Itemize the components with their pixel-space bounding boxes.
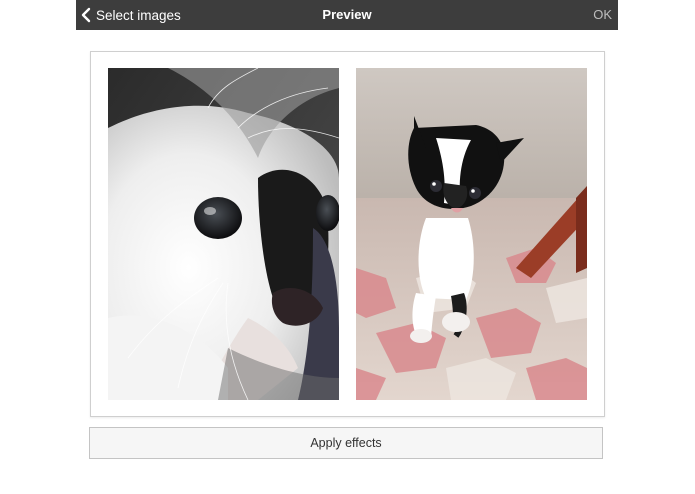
chevron-left-icon <box>80 7 92 23</box>
app-window: Select images Preview OK Apply effects <box>76 0 618 494</box>
back-button[interactable]: Select images <box>80 0 181 30</box>
preview-image-2 <box>356 68 587 400</box>
preview-card <box>90 51 605 417</box>
apply-effects-button[interactable]: Apply effects <box>89 427 603 459</box>
preview-image-1 <box>108 68 339 400</box>
back-button-label: Select images <box>96 7 181 23</box>
ok-button[interactable]: OK <box>593 0 612 30</box>
navigation-bar: Select images Preview OK <box>76 0 618 30</box>
